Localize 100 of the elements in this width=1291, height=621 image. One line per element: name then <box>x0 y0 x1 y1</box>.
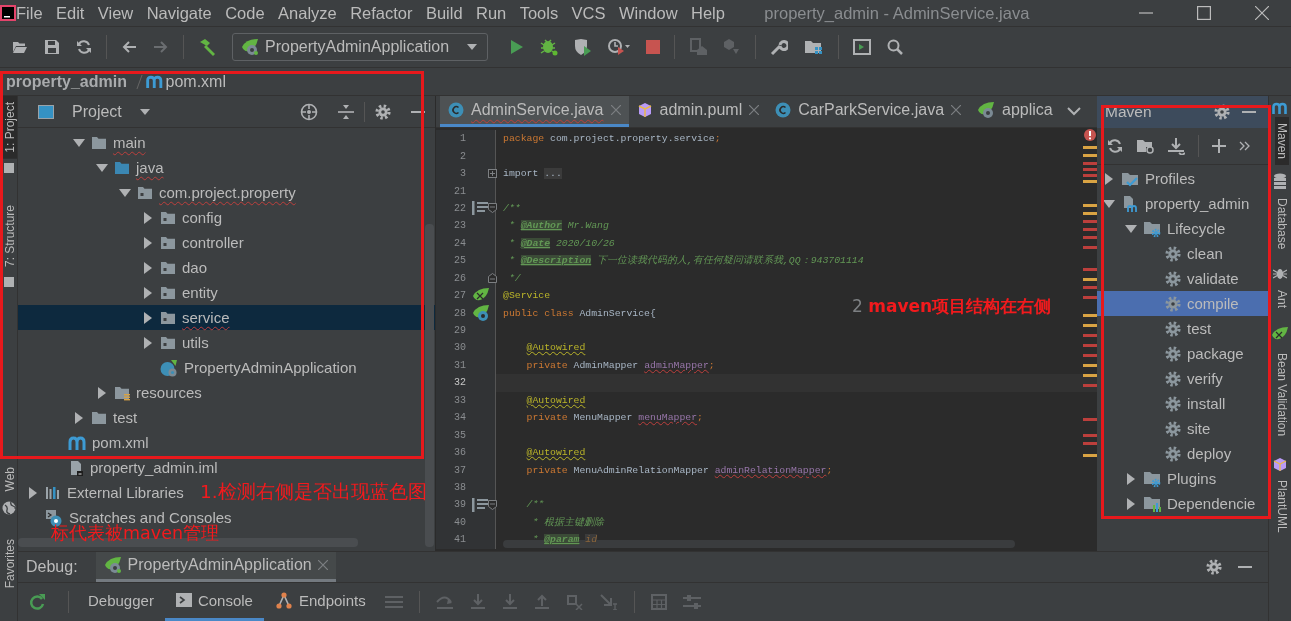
tree-item[interactable]: controller <box>18 230 248 255</box>
menu-item[interactable]: Build <box>425 3 463 23</box>
maven-tree-item[interactable]: deploy <box>1097 441 1236 466</box>
open-folder-icon[interactable] <box>12 39 28 55</box>
minimize-icon[interactable] <box>1242 110 1256 114</box>
close-icon[interactable] <box>1255 6 1269 20</box>
maven-tree-item[interactable]: clean <box>1097 241 1227 266</box>
close-icon[interactable] <box>749 105 760 115</box>
tree-item[interactable]: resources <box>18 380 206 405</box>
debug-tab[interactable]: Endpoints <box>263 582 377 621</box>
maven-tree-item[interactable]: property_admin <box>1097 191 1254 216</box>
tool-window-tab[interactable]: 1: Project <box>3 96 17 159</box>
more-icon[interactable] <box>1239 141 1251 151</box>
reload-icon[interactable] <box>1107 138 1123 154</box>
fold-icon[interactable] <box>488 273 497 284</box>
tree-item[interactable]: main <box>18 130 150 155</box>
breadcrumb-item[interactable]: pom.xml <box>165 72 226 91</box>
maven-tree-item[interactable]: package <box>1097 341 1248 366</box>
maven-tree-item[interactable]: Dependencie <box>1097 491 1260 516</box>
debug-tab[interactable]: Console <box>164 582 264 621</box>
maven-tree-item[interactable]: test <box>1097 316 1216 341</box>
tree-item[interactable]: property_admin.iml <box>18 455 222 480</box>
tree-item[interactable]: java <box>18 155 168 180</box>
editor-tab[interactable]: CarParkService.java <box>767 96 970 127</box>
tool-window-tab[interactable]: Database <box>1274 192 1289 256</box>
add-icon[interactable] <box>1212 139 1226 153</box>
run-icon[interactable] <box>510 39 524 55</box>
tool-window-tab[interactable]: PlantUML <box>1274 473 1289 539</box>
maven-tree-item[interactable]: Lifecycle <box>1097 216 1230 241</box>
hammer-icon[interactable] <box>198 38 216 56</box>
tool-window-tab[interactable]: Maven <box>1274 117 1289 166</box>
settings-icon[interactable] <box>375 103 391 120</box>
maximize-icon[interactable] <box>1197 6 1211 20</box>
project-structure-icon[interactable] <box>804 38 824 56</box>
fold-icon[interactable] <box>488 499 497 510</box>
save-icon[interactable] <box>44 39 60 55</box>
search-icon[interactable] <box>887 39 903 55</box>
fold-icon[interactable] <box>488 169 497 179</box>
breadcrumb-item[interactable]: property_admin <box>6 72 127 91</box>
tree-item[interactable]: config <box>18 205 227 230</box>
tree-item[interactable]: External Libraries <box>18 480 188 505</box>
doc-comment-icon[interactable] <box>472 201 488 216</box>
menu-item[interactable]: View <box>97 3 134 23</box>
menu-item[interactable]: Help <box>690 3 725 23</box>
tree-item[interactable]: entity <box>18 280 222 305</box>
maven-tree-item[interactable]: Plugins <box>1097 466 1221 491</box>
tree-item[interactable]: dao <box>18 255 212 280</box>
tree-item[interactable]: service <box>18 305 435 330</box>
coverage-icon[interactable] <box>574 38 592 56</box>
maven-tree-item[interactable]: Profiles <box>1097 166 1200 191</box>
menu-item[interactable]: Window <box>618 3 678 23</box>
maven-tree-item[interactable]: validate <box>1097 266 1243 291</box>
minimize-icon[interactable] <box>411 109 425 114</box>
locate-icon[interactable] <box>300 102 318 121</box>
menu-item[interactable]: Refactor <box>350 3 413 23</box>
editor-tab[interactable]: admin.puml <box>628 96 768 127</box>
folder-refresh-icon[interactable] <box>1136 138 1154 154</box>
close-icon[interactable] <box>951 105 962 115</box>
chevron-icon[interactable] <box>1066 107 1081 116</box>
bug-icon[interactable] <box>540 38 558 56</box>
session-tab[interactable]: PropertyAdminApplication <box>95 552 336 582</box>
wrench-icon[interactable] <box>770 38 788 56</box>
tool-window-tab[interactable]: Ant <box>1274 284 1289 315</box>
download-icon[interactable] <box>1167 137 1185 155</box>
menu-item[interactable]: Code <box>225 3 265 23</box>
debug-tab[interactable]: Debugger <box>77 582 165 621</box>
menu-item[interactable]: Tools <box>519 3 559 23</box>
menu-item[interactable]: Analyze <box>278 3 337 23</box>
editor-tab[interactable]: AdminService.java <box>440 96 629 127</box>
bean-icon[interactable] <box>472 304 490 323</box>
tool-window-tab[interactable]: 7: Structure <box>3 198 17 273</box>
sync-icon[interactable] <box>76 39 92 55</box>
back-arrow-icon[interactable] <box>121 39 137 55</box>
tree-item[interactable]: pom.xml <box>18 430 153 455</box>
menu-item[interactable]: File <box>16 3 43 23</box>
menu-item[interactable]: Run <box>475 3 507 23</box>
tree-item[interactable]: com.project.property <box>18 180 300 205</box>
maven-tree-item[interactable]: site <box>1097 416 1215 441</box>
rerun-icon[interactable] <box>28 592 46 611</box>
menu-item[interactable]: Edit <box>56 3 85 23</box>
settings-icon[interactable] <box>1206 558 1222 575</box>
app-logo-icon[interactable] <box>0 5 16 21</box>
menu-item[interactable]: VCS <box>571 3 606 23</box>
menu-item[interactable]: Navigate <box>146 3 212 23</box>
fold-icon[interactable] <box>488 203 497 214</box>
error-stripe-drawing[interactable] <box>1081 128 1097 458</box>
tree-item[interactable]: utils <box>18 330 213 355</box>
maven-tree-item[interactable]: verify <box>1097 366 1227 391</box>
tool-window-tab[interactable]: Bean Validation <box>1274 347 1289 443</box>
maven-tree-item[interactable]: install <box>1097 391 1230 416</box>
tree-item[interactable]: PropertyAdminApplication <box>18 355 361 380</box>
tool-window-tab[interactable]: Web <box>3 460 17 498</box>
collapse-all-icon[interactable] <box>338 103 354 120</box>
terminal-icon[interactable] <box>853 39 871 55</box>
tree-item[interactable]: test <box>18 405 142 430</box>
doc-comment-icon[interactable] <box>472 497 488 512</box>
view-selector[interactable]: Project <box>28 102 160 121</box>
editor-tab[interactable]: applica <box>969 96 1061 127</box>
tool-window-tab[interactable]: Favorites <box>3 533 17 595</box>
profiler-icon[interactable] <box>608 38 630 56</box>
